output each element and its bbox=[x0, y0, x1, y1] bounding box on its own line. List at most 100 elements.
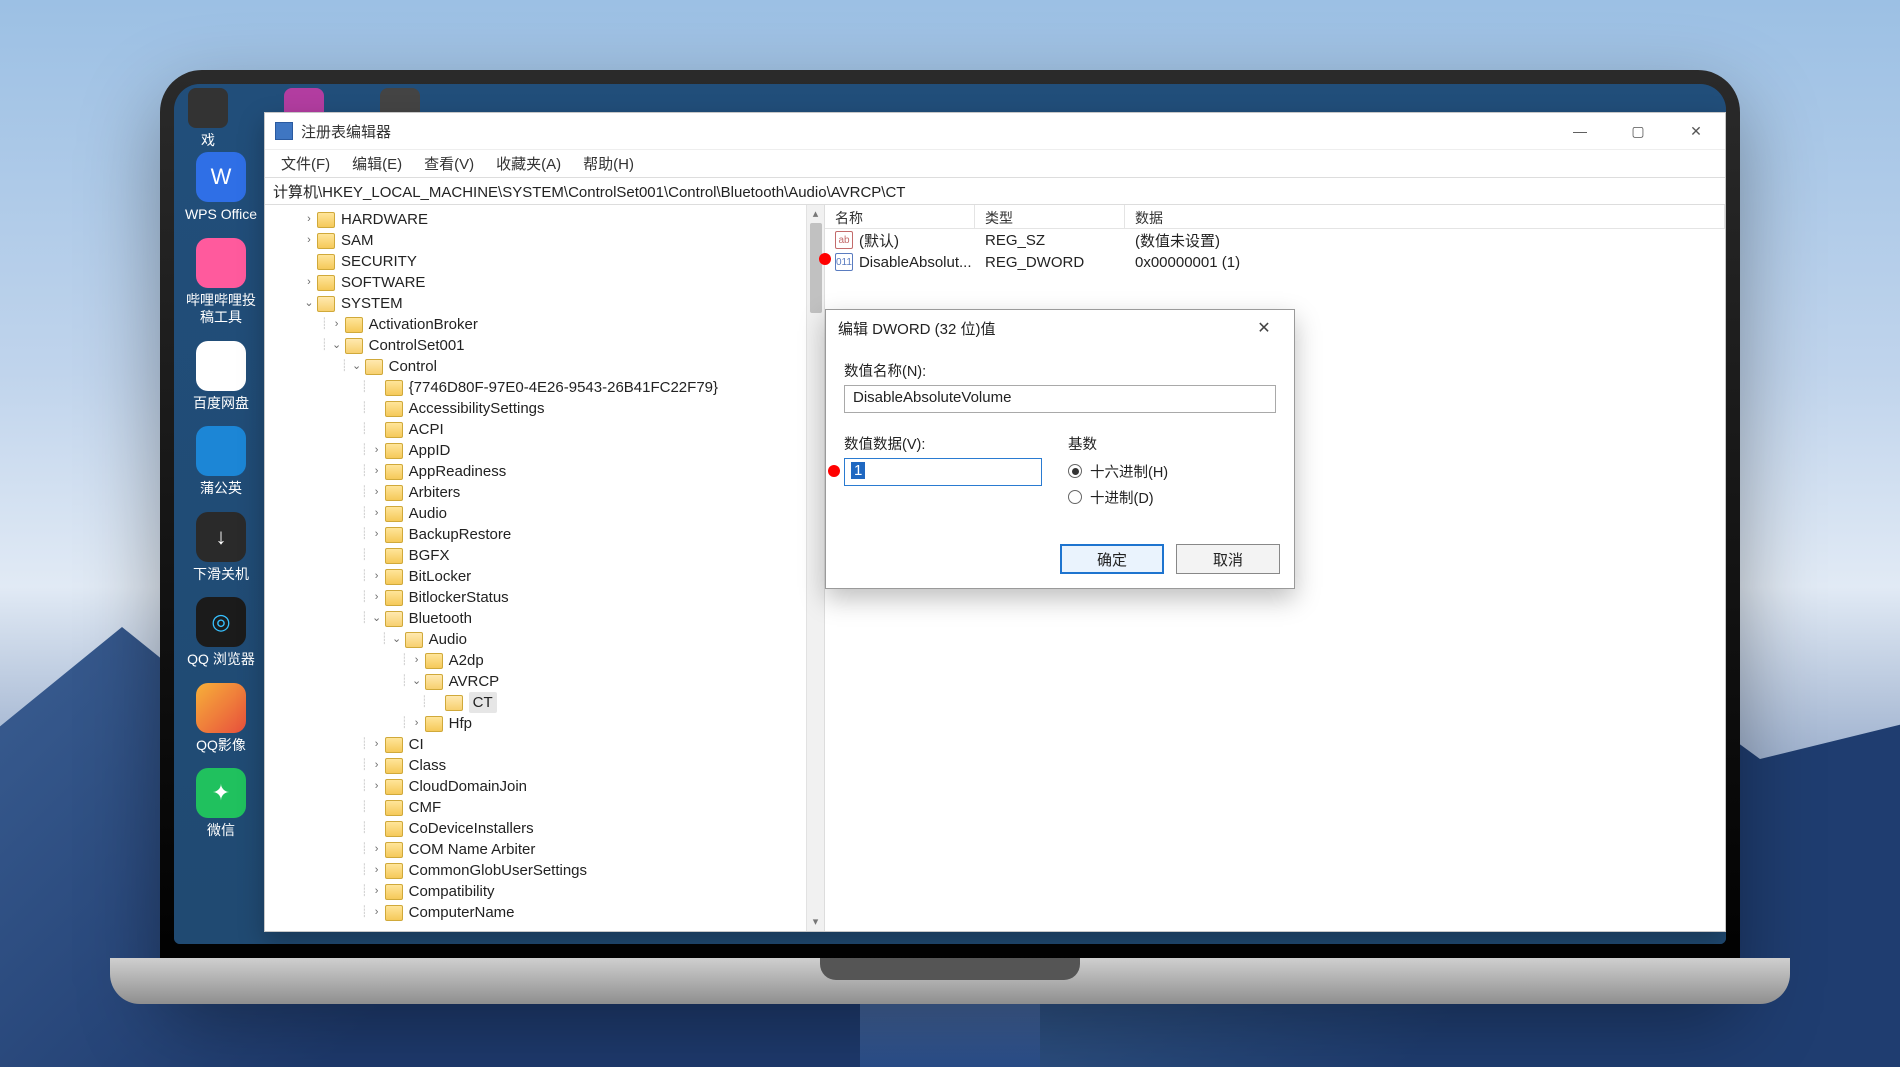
tree-node-guid[interactable]: ┊ {7746D80F-97E0-4E26-9543-26B41FC22F79} bbox=[273, 377, 824, 398]
window-titlebar[interactable]: 注册表编辑器 — ▢ ✕ bbox=[265, 113, 1725, 149]
reg-dword-icon: 011 bbox=[835, 253, 853, 271]
radio-dec[interactable]: 十进制(D) bbox=[1068, 484, 1276, 510]
tree-label: SOFTWARE bbox=[341, 272, 425, 293]
tree-node-appreadiness[interactable]: ┊›AppReadiness bbox=[273, 461, 824, 482]
folder-icon bbox=[385, 758, 403, 774]
value-data: 0x00000001 (1) bbox=[1125, 254, 1725, 271]
tree-node-codeviceinstallers[interactable]: ┊ CoDeviceInstallers bbox=[273, 818, 824, 839]
tree-node-bluetooth[interactable]: ┊⌄Bluetooth bbox=[273, 608, 824, 629]
tree-node-software[interactable]: ›SOFTWARE bbox=[273, 272, 824, 293]
folder-icon bbox=[385, 443, 403, 459]
tree-node-commonglob[interactable]: ┊›CommonGlobUserSettings bbox=[273, 860, 824, 881]
tree-node-sam[interactable]: ›SAM bbox=[273, 230, 824, 251]
scroll-up-icon[interactable]: ▴ bbox=[807, 205, 825, 223]
desktop-icon-bilibili[interactable]: 哔哩哔哩投稿工具 bbox=[182, 238, 260, 327]
laptop-frame: 戏 PS 软件管理 WWPS Office 哔哩哔哩投稿工具 百度网盘 蒲公英 … bbox=[160, 70, 1740, 990]
dialog-titlebar[interactable]: 编辑 DWORD (32 位)值 ✕ bbox=[826, 310, 1294, 346]
scroll-down-icon[interactable]: ▾ bbox=[807, 913, 825, 931]
tree-label: SYSTEM bbox=[341, 293, 403, 314]
desktop-icon-wps[interactable]: WWPS Office bbox=[182, 152, 260, 224]
tree-node-avrcp[interactable]: ┊⌄AVRCP bbox=[273, 671, 824, 692]
menu-edit[interactable]: 编辑(E) bbox=[342, 150, 412, 177]
tree-node-computername[interactable]: ┊›ComputerName bbox=[273, 902, 824, 923]
tree-node-activationbroker[interactable]: ┊›ActivationBroker bbox=[273, 314, 824, 335]
menubar: 文件(F) 编辑(E) 查看(V) 收藏夹(A) 帮助(H) bbox=[265, 149, 1725, 177]
folder-icon bbox=[445, 695, 463, 711]
value-row-default[interactable]: ab(默认) REG_SZ (数值未设置) bbox=[825, 229, 1725, 251]
folder-icon bbox=[317, 233, 335, 249]
tree-node-backuprestore[interactable]: ┊›BackupRestore bbox=[273, 524, 824, 545]
tree-node-clouddomainjoin[interactable]: ┊›CloudDomainJoin bbox=[273, 776, 824, 797]
desktop-icon-qqimage[interactable]: QQ影像 bbox=[182, 683, 260, 755]
desktop-icon-wechat[interactable]: ✦微信 bbox=[182, 768, 260, 840]
col-name[interactable]: 名称 bbox=[825, 205, 975, 228]
desktop-icon-label: QQ 浏览器 bbox=[187, 651, 255, 667]
tree-node-ct[interactable]: ┊ CT bbox=[273, 692, 824, 713]
scroll-thumb[interactable] bbox=[810, 223, 822, 313]
tree-node-appid[interactable]: ┊›AppID bbox=[273, 440, 824, 461]
tree-label-selected: CT bbox=[469, 692, 497, 713]
tree-node-hardware[interactable]: ›HARDWARE bbox=[273, 209, 824, 230]
radio-label: 十六进制(H) bbox=[1090, 461, 1168, 482]
folder-icon bbox=[385, 401, 403, 417]
value-name-field[interactable]: DisableAbsoluteVolume bbox=[844, 385, 1276, 413]
tree-node-cmf[interactable]: ┊ CMF bbox=[273, 797, 824, 818]
tree-node-class[interactable]: ┊›Class bbox=[273, 755, 824, 776]
desktop-icon-qqbrowser[interactable]: ◎QQ 浏览器 bbox=[182, 597, 260, 669]
tree-node-security[interactable]: SECURITY bbox=[273, 251, 824, 272]
menu-file[interactable]: 文件(F) bbox=[271, 150, 340, 177]
laptop-base bbox=[110, 958, 1790, 1004]
value-data-field[interactable]: 1 bbox=[844, 458, 1042, 486]
desktop-icon-baidu[interactable]: 百度网盘 bbox=[182, 341, 260, 413]
tree-node-a2dp[interactable]: ┊›A2dp bbox=[273, 650, 824, 671]
dialog-close-button[interactable]: ✕ bbox=[1246, 318, 1282, 338]
menu-help[interactable]: 帮助(H) bbox=[573, 150, 644, 177]
cancel-button[interactable]: 取消 bbox=[1176, 544, 1280, 574]
desktop-icon-pgy[interactable]: 蒲公英 bbox=[182, 426, 260, 498]
tree-node-arbiters[interactable]: ┊›Arbiters bbox=[273, 482, 824, 503]
tree-node-system[interactable]: ⌄SYSTEM bbox=[273, 293, 824, 314]
folder-icon bbox=[385, 527, 403, 543]
tree-label: CommonGlobUserSettings bbox=[409, 860, 587, 881]
window-close-button[interactable]: ✕ bbox=[1667, 113, 1725, 149]
value-data-label: 数值数据(V): bbox=[844, 433, 1042, 454]
desktop-icon-game[interactable]: 戏 bbox=[184, 88, 232, 150]
tree-label: BitlockerStatus bbox=[409, 587, 509, 608]
tree-node-accessibility[interactable]: ┊ AccessibilitySettings bbox=[273, 398, 824, 419]
tree-label: A2dp bbox=[449, 650, 484, 671]
tree-node-audio-top[interactable]: ┊›Audio bbox=[273, 503, 824, 524]
tree-node-control[interactable]: ┊⌄Control bbox=[273, 356, 824, 377]
desktop-icon-label: 戏 bbox=[201, 132, 215, 148]
address-bar[interactable]: 计算机\HKEY_LOCAL_MACHINE\SYSTEM\ControlSet… bbox=[265, 177, 1725, 205]
value-type: REG_DWORD bbox=[975, 254, 1125, 271]
ok-button[interactable]: 确定 bbox=[1060, 544, 1164, 574]
menu-favorites[interactable]: 收藏夹(A) bbox=[486, 150, 571, 177]
tree-node-acpi[interactable]: ┊ ACPI bbox=[273, 419, 824, 440]
col-type[interactable]: 类型 bbox=[975, 205, 1125, 228]
tree-node-controlset001[interactable]: ┊⌄ControlSet001 bbox=[273, 335, 824, 356]
value-list-pane: 名称 类型 数据 ab(默认) REG_SZ (数值未设置) 011Disabl… bbox=[825, 205, 1725, 931]
tree-node-hfp[interactable]: ┊›Hfp bbox=[273, 713, 824, 734]
folder-icon bbox=[385, 863, 403, 879]
registry-tree[interactable]: ›HARDWARE ›SAM SECURITY ›SOFTWARE ⌄SYSTE… bbox=[265, 205, 824, 927]
value-row-disableabsolute[interactable]: 011DisableAbsolut... REG_DWORD 0x0000000… bbox=[825, 251, 1725, 273]
tree-node-compatibility[interactable]: ┊›Compatibility bbox=[273, 881, 824, 902]
tree-scrollbar[interactable]: ▴ ▾ bbox=[806, 205, 824, 931]
window-maximize-button[interactable]: ▢ bbox=[1609, 113, 1667, 149]
tree-node-bitlocker[interactable]: ┊›BitLocker bbox=[273, 566, 824, 587]
tree-node-bitlockerstatus[interactable]: ┊›BitlockerStatus bbox=[273, 587, 824, 608]
tree-node-bgfx[interactable]: ┊ BGFX bbox=[273, 545, 824, 566]
col-data[interactable]: 数据 bbox=[1125, 205, 1725, 228]
desktop-icon-label: QQ影像 bbox=[196, 737, 246, 753]
folder-icon bbox=[385, 842, 403, 858]
desktop-icon-label: 蒲公英 bbox=[200, 480, 242, 496]
tree-node-comnamearbiter[interactable]: ┊›COM Name Arbiter bbox=[273, 839, 824, 860]
window-minimize-button[interactable]: — bbox=[1551, 113, 1609, 149]
tree-node-bt-audio[interactable]: ┊⌄Audio bbox=[273, 629, 824, 650]
tree-node-ci[interactable]: ┊›CI bbox=[273, 734, 824, 755]
folder-icon bbox=[425, 716, 443, 732]
value-list-header[interactable]: 名称 类型 数据 bbox=[825, 205, 1725, 229]
menu-view[interactable]: 查看(V) bbox=[414, 150, 484, 177]
desktop-icon-shutdown[interactable]: ↓下滑关机 bbox=[182, 512, 260, 584]
radio-hex[interactable]: 十六进制(H) bbox=[1068, 458, 1276, 484]
